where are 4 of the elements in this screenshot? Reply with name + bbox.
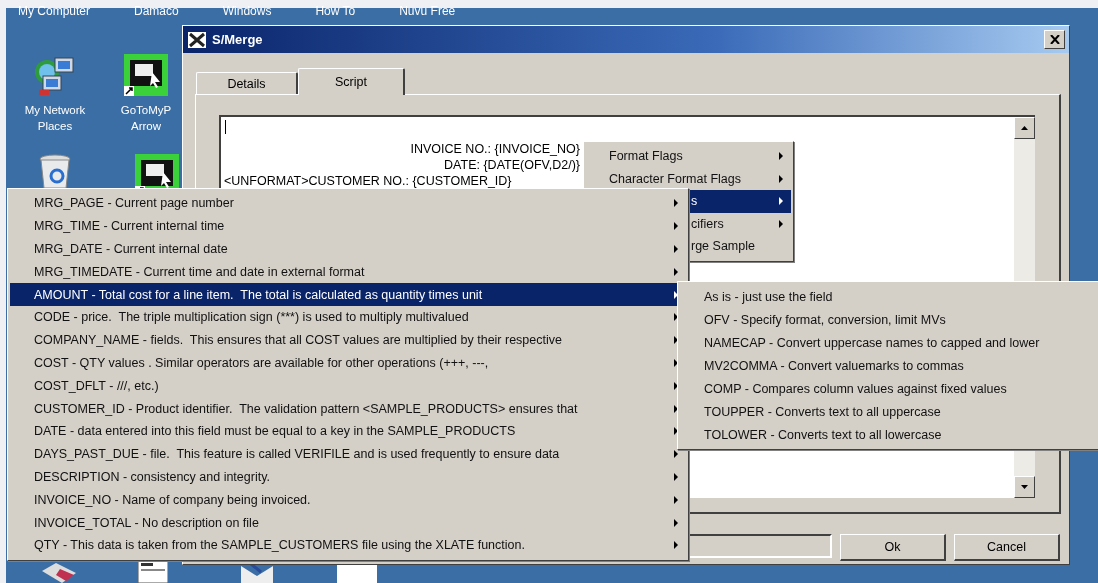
window-title: S/Merge bbox=[212, 32, 264, 47]
script-line: <UNFORMAT>CUSTOMER NO.: {CUSTOMER_ID} bbox=[224, 173, 512, 189]
script-line: INVOICE NO.: {INVOICE_NO} bbox=[410, 141, 580, 157]
script-line: DATE: {DATE(OFV,D2/)} bbox=[444, 157, 580, 173]
